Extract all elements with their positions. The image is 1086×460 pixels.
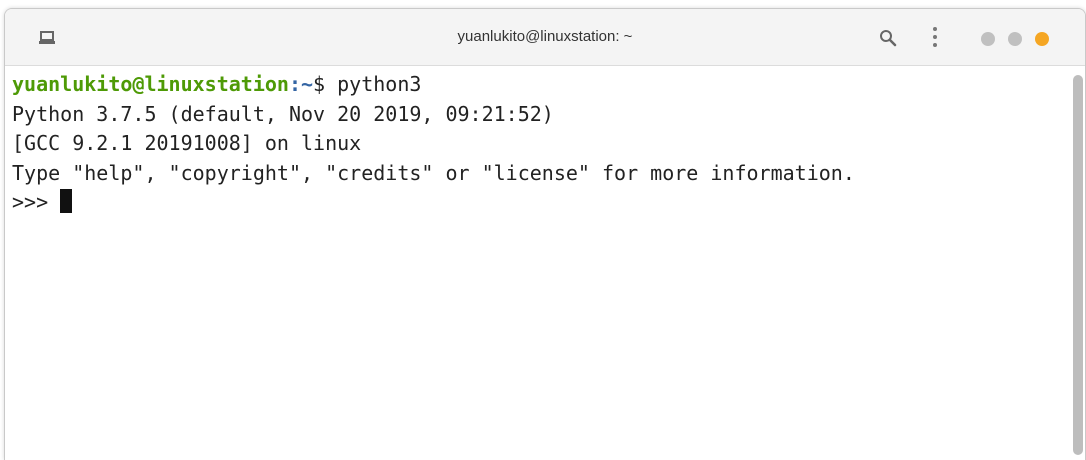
output-line: Type "help", "copyright", "credits" or "… xyxy=(12,160,855,185)
output-line: Python 3.7.5 (default, Nov 20 2019, 09:2… xyxy=(12,101,554,126)
command-text: python3 xyxy=(337,72,422,96)
text-cursor xyxy=(60,189,73,213)
minimize-button[interactable] xyxy=(981,32,995,46)
repl-prompt: >>> xyxy=(12,190,61,214)
prompt-path: :~ xyxy=(288,72,314,96)
prompt-symbol: $ xyxy=(313,72,338,96)
maximize-button[interactable] xyxy=(1008,32,1022,46)
title-bar[interactable]: yuanlukito@linuxstation: ~ xyxy=(5,9,1085,66)
window-title: yuanlukito@linuxstation: ~ xyxy=(457,28,633,45)
output-line: [GCC 9.2.1 20191008] on linux xyxy=(12,131,362,155)
search-icon[interactable] xyxy=(879,29,897,47)
close-button[interactable] xyxy=(1035,32,1049,46)
prompt-user-host: yuanlukito@linuxstation xyxy=(12,72,289,96)
kebab-menu-icon[interactable] xyxy=(931,27,939,49)
scrollbar[interactable] xyxy=(1073,75,1083,455)
terminal-output[interactable]: yuanlukito@linuxstation:~$ python3 Pytho… xyxy=(5,66,1073,460)
command-line: yuanlukito@linuxstation:~$ python3 xyxy=(12,70,1073,100)
repl-line[interactable]: >>> xyxy=(12,188,1073,218)
terminal-window: yuanlukito@linuxstation: ~ yuanlukito@li… xyxy=(4,8,1086,460)
